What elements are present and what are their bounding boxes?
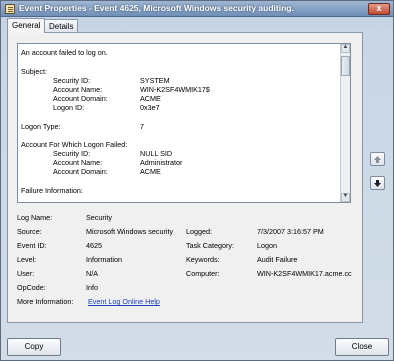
description-line: NULL SID [140,149,173,158]
window-title: Event Properties - Event 4625, Microsoft… [19,3,294,13]
title-bar[interactable]: Event Properties - Event 4625, Microsoft… [1,1,393,17]
description-line: Security ID: [53,76,91,85]
scrollbar-thumb[interactable] [341,56,350,76]
keywords-value: Audit Failure [257,255,298,264]
description-line: 7 [140,122,144,131]
event-id-label: Event ID: [17,241,47,250]
scroll-down-button[interactable]: ▼ [341,193,350,202]
log-name-value: Security [86,213,112,222]
more-information-label: More Information: [17,297,74,306]
user-value: N/A [86,269,98,278]
description-line: 0x3e7 [140,103,160,112]
scroll-up-icon: ▲ [342,44,349,50]
description-line: WIN-K2SF4WMIK17$ [140,85,210,94]
description-line: ACME [140,94,161,103]
description-line: Administrator [140,158,183,167]
event-id-value: 4625 [86,241,102,250]
tab-general[interactable]: General [7,18,46,33]
description-line: Failure Information: [21,186,83,195]
description-line: Account Domain: [53,94,108,103]
description-line: Logon ID: [53,103,85,112]
next-event-icon [374,180,381,187]
user-label: User: [17,269,35,278]
description-scrollbar[interactable]: ▲ ▼ [340,44,350,202]
log-name-label: Log Name: [17,213,53,222]
general-tab-panel: An account failed to log on. Subject: Se… [7,32,363,323]
description-line: An account failed to log on. [21,48,108,57]
description-line: Account For Which Logon Failed: [21,140,128,149]
event-log-online-help-link[interactable]: Event Log Online Help [88,297,160,306]
previous-event-button[interactable] [370,152,385,166]
event-description-textbox[interactable]: An account failed to log on. Subject: Se… [17,43,351,203]
description-line: Account Name: [53,85,103,94]
computer-label: Computer: [186,269,220,278]
task-category-value: Logon [257,241,277,250]
event-properties-icon [5,4,15,14]
tab-details[interactable]: Details [44,19,79,33]
logged-value: 7/3/2007 3:16:57 PM [257,227,324,236]
logged-label: Logged: [186,227,212,236]
close-window-button[interactable]: x [368,3,390,15]
close-icon: x [376,3,382,13]
event-properties-window: Event Properties - Event 4625, Microsoft… [0,0,394,361]
task-category-label: Task Category: [186,241,234,250]
level-value: Information [86,255,122,264]
previous-event-icon [374,156,381,163]
description-line: Account Domain: [53,167,108,176]
keywords-label: Keywords: [186,255,220,264]
source-label: Source: [17,227,42,236]
close-button[interactable]: Close [335,338,389,356]
level-label: Level: [17,255,37,264]
opcode-label: OpCode: [17,283,46,292]
description-line: SYSTEM [140,76,170,85]
copy-button[interactable]: Copy [7,338,61,356]
description-line: ACME [140,167,161,176]
source-value: Microsoft Windows security [86,227,174,236]
description-line: Logon Type: [21,122,61,131]
scroll-down-icon: ▼ [342,193,349,199]
description-line: Subject: [21,67,47,76]
opcode-value: Info [86,283,98,292]
computer-value: WIN-K2SF4WMIK17.acme.cc [257,269,352,278]
description-line: Security ID: [53,149,91,158]
next-event-button[interactable] [370,176,385,190]
scroll-up-button[interactable]: ▲ [341,44,350,53]
description-line: Account Name: [53,158,103,167]
